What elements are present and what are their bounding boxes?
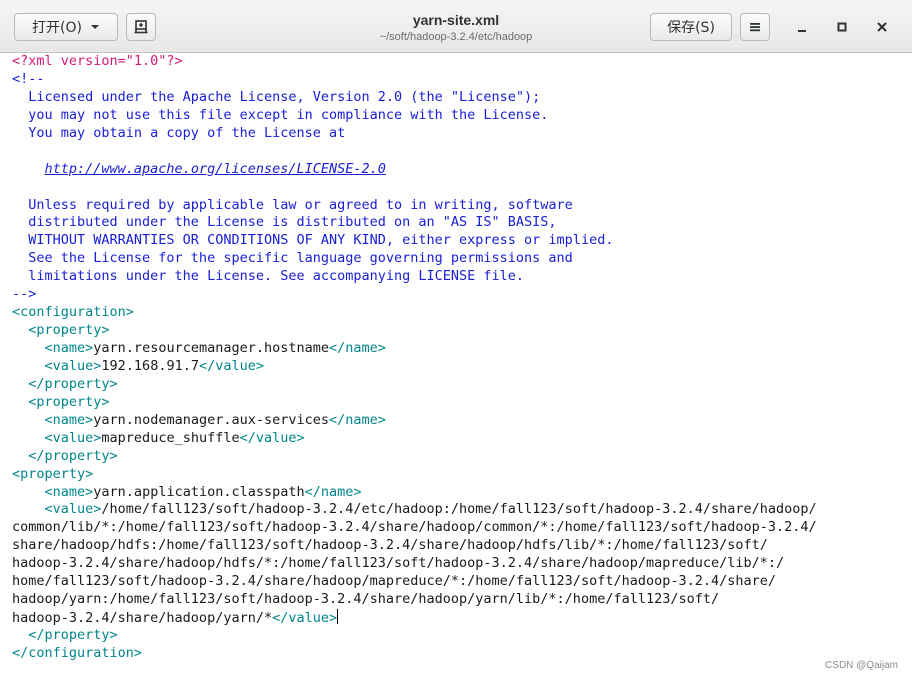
license-line: limitations under the License. See accom… <box>12 268 525 285</box>
value-close-tag: </value> <box>272 610 338 627</box>
code-line: hadoop-3.2.4/share/hadoop/hdfs/*:/home/f… <box>0 555 912 573</box>
code-line: Licensed under the Apache License, Versi… <box>0 89 912 107</box>
file-path: ~/soft/hadoop-3.2.4/etc/hadoop <box>379 31 533 43</box>
code-line: Unless required by applicable law or agr… <box>0 197 912 215</box>
license-line: You may obtain a copy of the License at <box>12 124 346 141</box>
license-line: See the License for the specific languag… <box>12 250 573 267</box>
property-close-tag: </property> <box>28 627 118 643</box>
configuration-close-tag: </configuration> <box>12 644 143 661</box>
new-tab-button[interactable] <box>126 13 156 41</box>
value-open-tag: <value> <box>44 357 102 374</box>
code-line: you may not use this file except in comp… <box>0 107 912 125</box>
code-line: <property> <box>0 466 912 484</box>
code-line: <value>mapreduce_shuffle</value> <box>0 430 912 448</box>
code-line: </configuration> <box>0 645 912 663</box>
license-link[interactable]: http://www.apache.org/licenses/LICENSE-2… <box>45 161 386 177</box>
window-title: yarn-site.xml <box>412 12 500 28</box>
name-open-tag: <name> <box>44 483 94 500</box>
property-close-tag: </property> <box>28 375 118 392</box>
code-line: <value>/home/fall123/soft/hadoop-3.2.4/e… <box>0 501 912 519</box>
code-line: common/lib/*:/home/fall123/soft/hadoop-3… <box>0 519 912 537</box>
code-line: hadoop/yarn:/home/fall123/soft/hadoop-3.… <box>0 591 912 609</box>
property-value: 192.168.91.7 <box>101 357 199 374</box>
maximize-icon <box>837 22 847 32</box>
name-open-tag: <name> <box>44 411 94 428</box>
name-close-tag: </name> <box>329 411 386 428</box>
code-line: hadoop-3.2.4/share/hadoop/yarn/*</value> <box>0 609 912 627</box>
license-line: Licensed under the Apache License, Versi… <box>12 88 541 105</box>
property-name: yarn.nodemanager.aux-services <box>93 411 329 428</box>
classpath-value-line: hadoop-3.2.4/share/hadoop/yarn/* <box>12 610 273 627</box>
code-line: <name>yarn.resourcemanager.hostname</nam… <box>0 340 912 358</box>
open-label: 打开(O) <box>32 20 82 36</box>
text-cursor <box>337 609 339 625</box>
classpath-value-line: common/lib/*:/home/fall123/soft/hadoop-3… <box>12 519 817 536</box>
code-line: <?xml version="1.0"?> <box>0 53 912 71</box>
code-line: distributed under the License is distrib… <box>0 214 912 232</box>
code-line: </property> <box>0 627 912 645</box>
code-line: <name>yarn.nodemanager.aux-services</nam… <box>0 412 912 430</box>
code-line: <name>yarn.application.classpath</name> <box>0 484 912 502</box>
name-close-tag: </name> <box>304 483 362 500</box>
code-line: home/fall123/soft/hadoop-3.2.4/share/had… <box>0 573 912 591</box>
code-line: </property> <box>0 448 912 466</box>
license-line: you may not use this file except in comp… <box>12 106 549 123</box>
property-open-tag: <property> <box>12 465 94 482</box>
code-line: </property> <box>0 376 912 394</box>
classpath-value-line: home/fall123/soft/hadoop-3.2.4/share/had… <box>12 573 777 590</box>
code-line: <property> <box>0 394 912 412</box>
maximize-button[interactable] <box>832 17 852 37</box>
code-line: <configuration> <box>0 304 912 322</box>
classpath-value-line: share/hadoop/hdfs:/home/fall123/soft/had… <box>12 537 768 554</box>
close-button[interactable] <box>872 17 892 37</box>
property-open-tag: <property> <box>28 322 110 339</box>
value-open-tag: <value> <box>44 501 102 518</box>
classpath-value-line: hadoop-3.2.4/share/hadoop/hdfs/*:/home/f… <box>12 555 785 572</box>
property-name: yarn.application.classpath <box>93 483 305 500</box>
license-line: Unless required by applicable law or agr… <box>12 196 573 213</box>
save-button[interactable]: 保存(S) <box>650 13 732 41</box>
value-close-tag: </value> <box>198 357 264 374</box>
header-bar: 打开(O) yarn-site.xml ~/soft/hadoop-3.2.4/… <box>0 0 912 53</box>
minimize-button[interactable] <box>792 17 812 37</box>
minimize-icon <box>798 30 806 32</box>
configuration-open-tag: <configuration> <box>12 304 134 321</box>
property-open-tag: <property> <box>28 393 110 410</box>
code-line: WITHOUT WARRANTIES OR CONDITIONS OF ANY … <box>0 232 912 250</box>
code-line: <!-- <box>0 71 912 89</box>
value-close-tag: </value> <box>239 429 305 446</box>
code-line: See the License for the specific languag… <box>0 250 912 268</box>
close-icon <box>877 22 887 32</box>
code-line: --> <box>0 286 912 304</box>
xml-declaration: <?xml version="1.0"?> <box>12 53 183 69</box>
license-line: distributed under the License is distrib… <box>12 214 557 231</box>
open-button[interactable]: 打开(O) <box>14 13 118 41</box>
name-open-tag: <name> <box>44 340 94 356</box>
hamburger-menu-icon <box>750 23 760 32</box>
code-line: <value>192.168.91.7</value> <box>0 358 912 376</box>
property-name: yarn.resourcemanager.hostname <box>93 340 329 356</box>
text-editor[interactable]: <?xml version="1.0"?> <!-- Licensed unde… <box>0 53 912 680</box>
comment-open: <!-- <box>12 70 45 87</box>
code-line: You may obtain a copy of the License at <box>0 125 912 143</box>
code-line: limitations under the License. See accom… <box>0 268 912 286</box>
watermark: CSDN @Qaijam <box>825 660 898 671</box>
code-line: http://www.apache.org/licenses/LICENSE-2… <box>0 161 912 179</box>
license-line: WITHOUT WARRANTIES OR CONDITIONS OF ANY … <box>12 232 614 249</box>
code-line: <property> <box>0 322 912 340</box>
title-area: yarn-site.xml ~/soft/hadoop-3.2.4/etc/ha… <box>300 12 612 43</box>
property-value: mapreduce_shuffle <box>101 429 240 446</box>
chevron-down-icon <box>90 25 99 29</box>
code-line: share/hadoop/hdfs:/home/fall123/soft/had… <box>0 537 912 555</box>
new-tab-icon <box>134 20 148 34</box>
classpath-value-line: /home/fall123/soft/hadoop-3.2.4/etc/hado… <box>101 501 817 518</box>
property-close-tag: </property> <box>28 447 118 464</box>
value-open-tag: <value> <box>44 429 102 446</box>
classpath-value-line: hadoop/yarn:/home/fall123/soft/hadoop-3.… <box>12 591 720 608</box>
comment-close: --> <box>12 286 37 303</box>
name-close-tag: </name> <box>329 340 386 356</box>
menu-button[interactable] <box>740 13 770 41</box>
